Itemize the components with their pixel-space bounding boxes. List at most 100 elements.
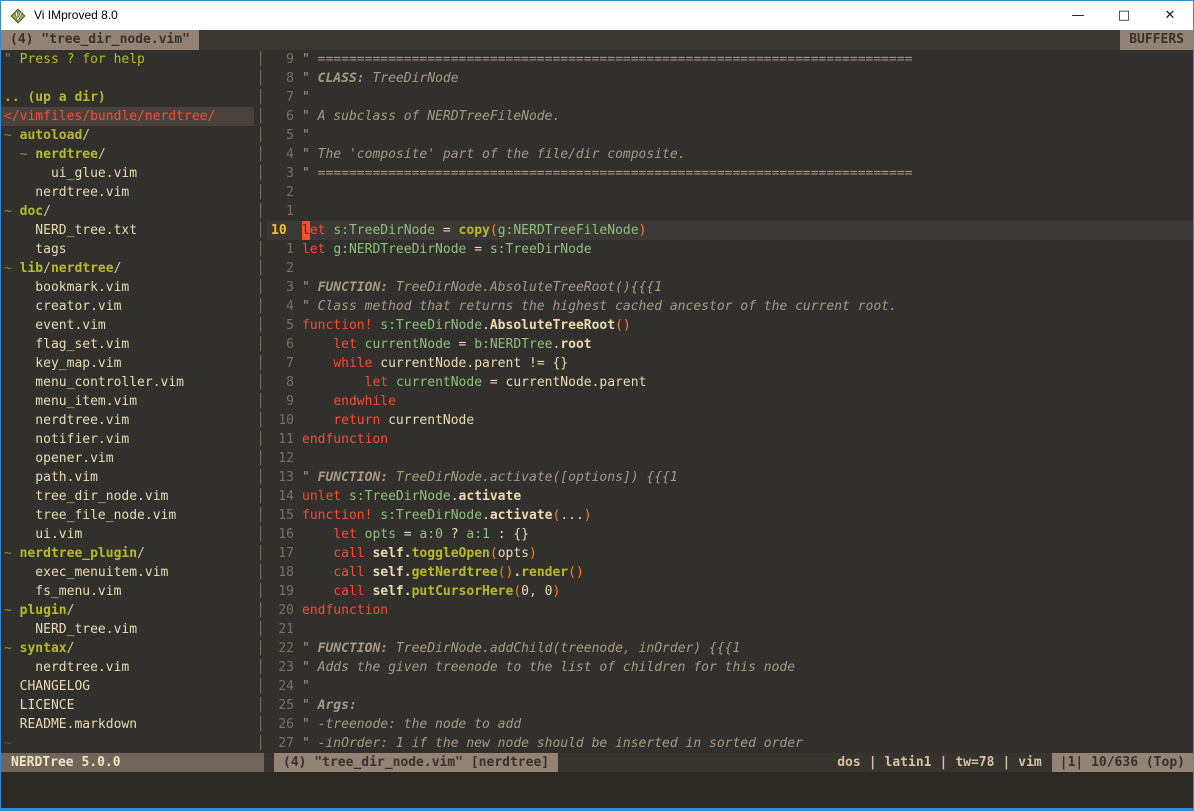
- code-line[interactable]: 1let g:NERDTreeDirNode = s:TreeDirNode: [267, 240, 1193, 259]
- text-segment: /: [137, 546, 145, 561]
- text-segment: (: [490, 544, 498, 563]
- code-line[interactable]: 6" A subclass of NERDTreeFileNode.: [267, 107, 1193, 126]
- tree-item[interactable]: ui_glue.vim: [4, 164, 254, 183]
- text-segment: call: [333, 544, 364, 563]
- tree-item[interactable]: key_map.vim: [4, 354, 254, 373]
- tree-item[interactable]: ~ autoload/: [4, 126, 254, 145]
- code-line[interactable]: 26" -treenode: the node to add: [267, 715, 1193, 734]
- tab-tree-dir-node[interactable]: (4) "tree_dir_node.vim": [1, 30, 199, 50]
- text-segment: call: [333, 582, 364, 601]
- minimize-button[interactable]: —: [1055, 1, 1101, 30]
- code-line[interactable]: 20endfunction: [267, 601, 1193, 620]
- tree-item[interactable]: ~ doc/: [4, 202, 254, 221]
- code-line[interactable]: 23" Adds the given treenode to the list …: [267, 658, 1193, 677]
- tree-item[interactable]: menu_item.vim: [4, 392, 254, 411]
- tree-item[interactable]: exec_menuitem.vim: [4, 563, 254, 582]
- code-line[interactable]: 18 call self.getNerdtree().render(): [267, 563, 1193, 582]
- tree-item[interactable]: ~ nerdtree/: [4, 145, 254, 164]
- tree-item[interactable]: notifier.vim: [4, 430, 254, 449]
- text-segment: [302, 392, 333, 411]
- code-line[interactable]: 10let s:TreeDirNode = copy(g:NERDTreeFil…: [267, 221, 1193, 240]
- tree-item[interactable]: ui.vim: [4, 525, 254, 544]
- code-line[interactable]: 10 return currentNode: [267, 411, 1193, 430]
- tree-item[interactable]: event.vim: [4, 316, 254, 335]
- tree-item[interactable]: ~ syntax/: [4, 639, 254, 658]
- flag-separator: |: [861, 755, 885, 770]
- code-line[interactable]: 6 let currentNode = b:NERDTree.root: [267, 335, 1193, 354]
- line-number: 1: [267, 202, 294, 221]
- code-line[interactable]: 7 while currentNode.parent != {}: [267, 354, 1193, 373]
- text-segment: /: [43, 204, 51, 219]
- code-line[interactable]: 3" =====================================…: [267, 164, 1193, 183]
- tree-item[interactable]: " Press ? for help: [4, 50, 254, 69]
- line-number: 13: [267, 468, 294, 487]
- tree-item[interactable]: creator.vim: [4, 297, 254, 316]
- tree-root-path[interactable]: </vimfiles/bundle/nerdtree/: [1, 107, 254, 126]
- code-line[interactable]: 22" FUNCTION: TreeDirNode.addChild(treen…: [267, 639, 1193, 658]
- code-line[interactable]: 9" =====================================…: [267, 50, 1193, 69]
- tree-item[interactable]: tree_dir_node.vim: [4, 487, 254, 506]
- tree-item[interactable]: .. (up a dir): [4, 88, 254, 107]
- tree-item[interactable]: README.markdown: [4, 715, 254, 734]
- text-segment: ": [4, 52, 20, 67]
- status-fill: [558, 753, 837, 772]
- code-line[interactable]: 11endfunction: [267, 430, 1193, 449]
- code-line[interactable]: 24": [267, 677, 1193, 696]
- code-line[interactable]: 4" The 'composite' part of the file/dir …: [267, 145, 1193, 164]
- text-segment: [365, 582, 373, 601]
- tree-item[interactable]: tags: [4, 240, 254, 259]
- text-segment: self.: [372, 582, 411, 601]
- tree-item[interactable]: nerdtree.vim: [4, 658, 254, 677]
- code-line[interactable]: 5": [267, 126, 1193, 145]
- code-line[interactable]: 7": [267, 88, 1193, 107]
- text-segment: ui.vim: [4, 527, 82, 542]
- code-line[interactable]: 8 let currentNode = currentNode.parent: [267, 373, 1193, 392]
- code-line[interactable]: 14unlet s:TreeDirNode.activate: [267, 487, 1193, 506]
- code-line[interactable]: 17 call self.toggleOpen(opts): [267, 544, 1193, 563]
- code-line[interactable]: 3" FUNCTION: TreeDirNode.AbsoluteTreeRoo…: [267, 278, 1193, 297]
- line-number: 8: [267, 69, 294, 88]
- tree-item[interactable]: nerdtree.vim: [4, 183, 254, 202]
- close-button[interactable]: ✕: [1147, 1, 1193, 30]
- code-line[interactable]: 8" CLASS: TreeDirNode: [267, 69, 1193, 88]
- tree-item[interactable]: menu_controller.vim: [4, 373, 254, 392]
- window-split-separator[interactable]: │ │ │ │ │ │ │ │ │ │ │ │ │ │ │ │ │ │ │ │ …: [254, 50, 267, 753]
- tree-item[interactable]: NERD_tree.vim: [4, 620, 254, 639]
- code-line[interactable]: 2: [267, 259, 1193, 278]
- code-line[interactable]: 25" Args:: [267, 696, 1193, 715]
- code-line[interactable]: 12: [267, 449, 1193, 468]
- code-line[interactable]: 15function! s:TreeDirNode.activate(...): [267, 506, 1193, 525]
- code-line[interactable]: 27" -inOrder: 1 if the new node should b…: [267, 734, 1193, 753]
- tree-item[interactable]: ~ nerdtree_plugin/: [4, 544, 254, 563]
- tree-item[interactable]: tree_file_node.vim: [4, 506, 254, 525]
- tree-item[interactable]: path.vim: [4, 468, 254, 487]
- line-number: 6: [267, 335, 294, 354]
- code-line[interactable]: 2: [267, 183, 1193, 202]
- tree-item[interactable]: [4, 69, 254, 88]
- tree-item[interactable]: ~: [4, 734, 254, 753]
- maximize-button[interactable]: □: [1101, 1, 1147, 30]
- tree-item[interactable]: opener.vim: [4, 449, 254, 468]
- tree-item[interactable]: ~ plugin/: [4, 601, 254, 620]
- line-number: 9: [267, 392, 294, 411]
- line-number: 14: [267, 487, 294, 506]
- code-line[interactable]: 4" Class method that returns the highest…: [267, 297, 1193, 316]
- code-line[interactable]: 19 call self.putCursorHere(0, 0): [267, 582, 1193, 601]
- command-line[interactable]: [1, 772, 1193, 808]
- text-segment: (): [615, 316, 631, 335]
- code-line[interactable]: 9 endwhile: [267, 392, 1193, 411]
- tree-item[interactable]: nerdtree.vim: [4, 411, 254, 430]
- tree-item[interactable]: LICENCE: [4, 696, 254, 715]
- tree-item[interactable]: CHANGELOG: [4, 677, 254, 696]
- tree-item[interactable]: NERD_tree.txt: [4, 221, 254, 240]
- code-line[interactable]: 1: [267, 202, 1193, 221]
- tree-item[interactable]: bookmark.vim: [4, 278, 254, 297]
- code-line[interactable]: 5function! s:TreeDirNode.AbsoluteTreeRoo…: [267, 316, 1193, 335]
- tree-item[interactable]: flag_set.vim: [4, 335, 254, 354]
- tree-item[interactable]: fs_menu.vim: [4, 582, 254, 601]
- tree-item[interactable]: ~ lib/nerdtree/: [4, 259, 254, 278]
- code-line[interactable]: 13" FUNCTION: TreeDirNode.activate([opti…: [267, 468, 1193, 487]
- code-line[interactable]: 16 let opts = a:0 ? a:1 : {}: [267, 525, 1193, 544]
- code-line[interactable]: 21: [267, 620, 1193, 639]
- text-segment: ~: [4, 147, 35, 162]
